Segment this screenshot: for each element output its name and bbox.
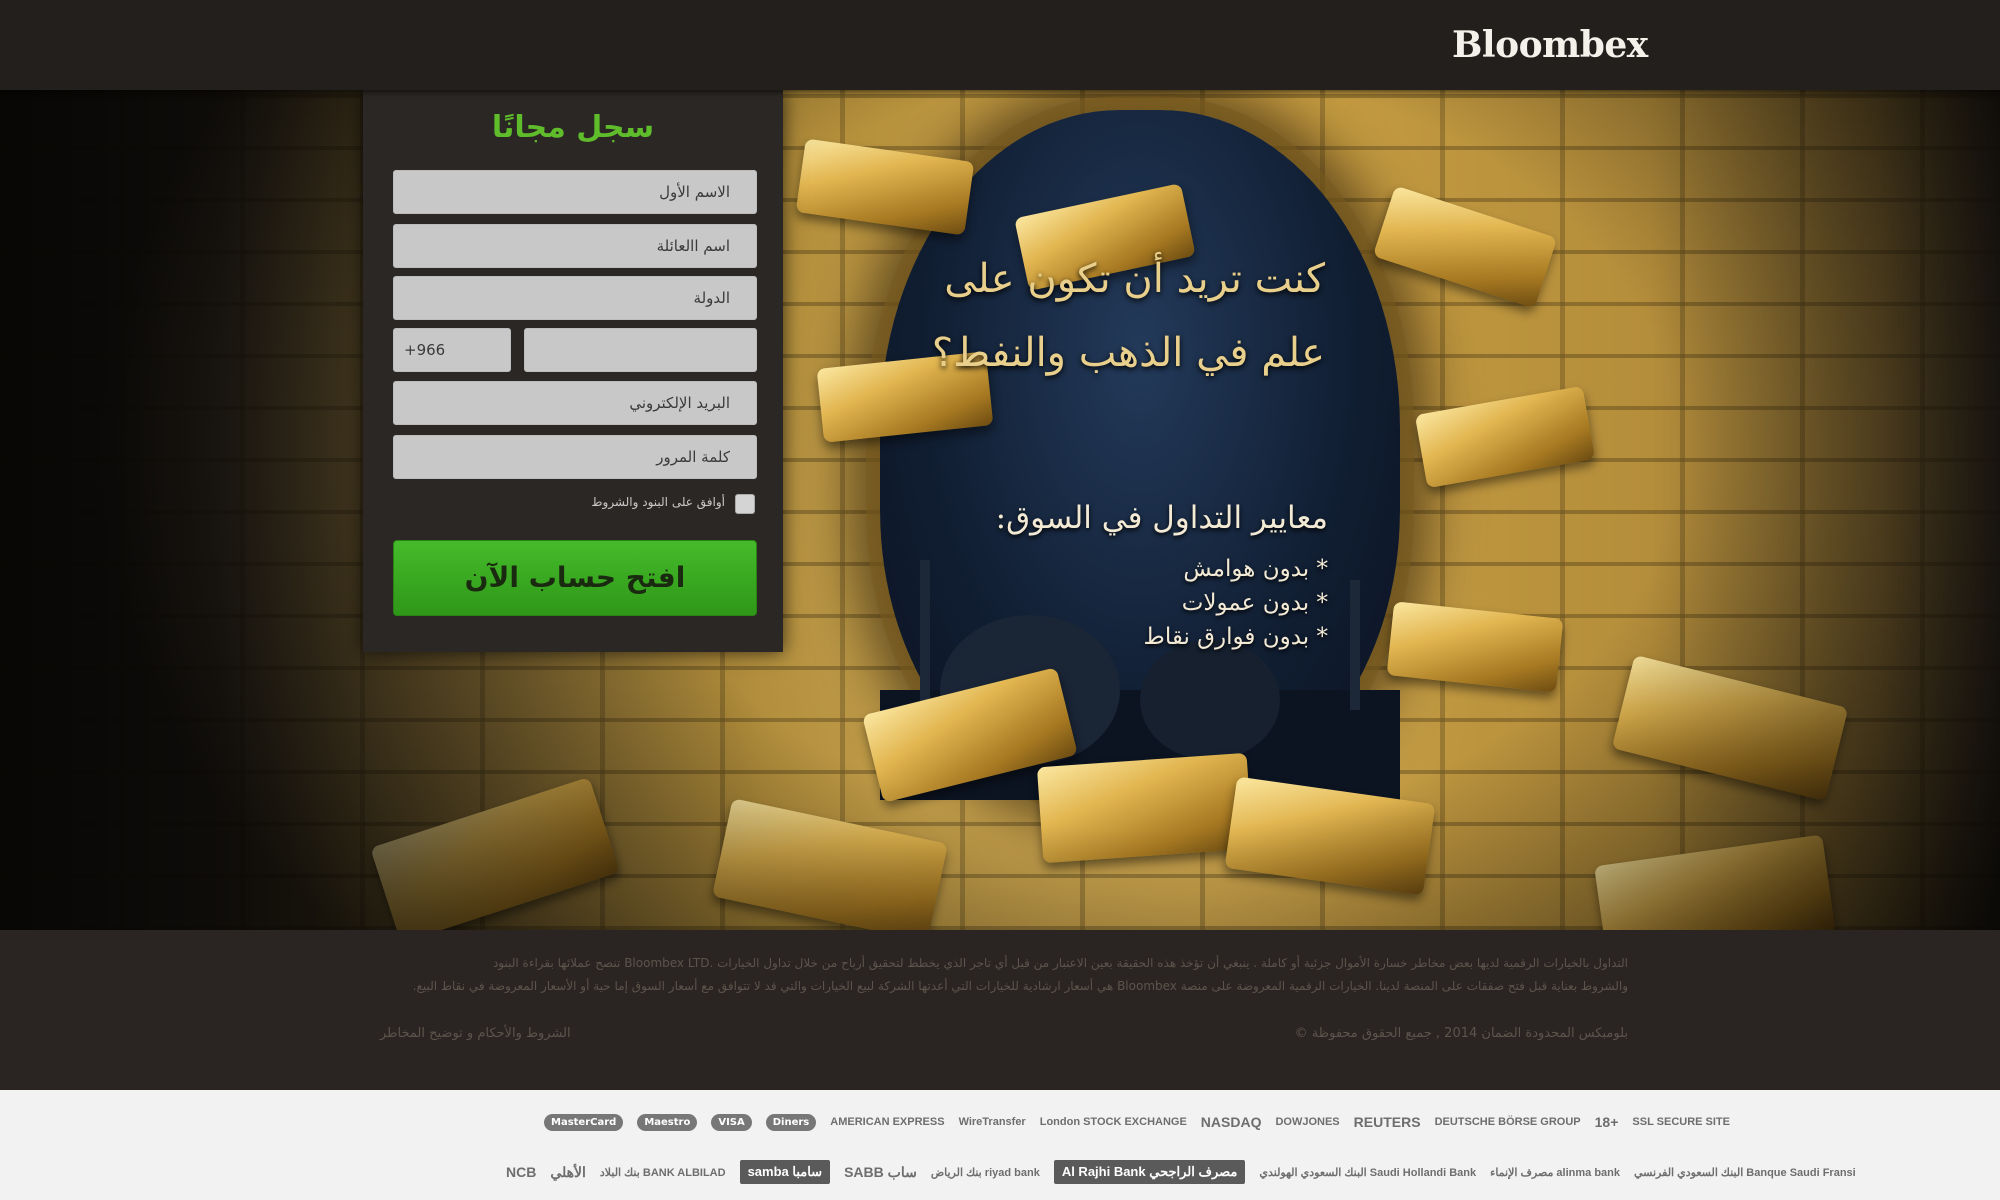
terms-checkbox[interactable] (735, 494, 755, 514)
list-item: بدون عمولات (900, 586, 1328, 620)
last-name-field[interactable]: اسم االعائلة (393, 224, 757, 268)
partner-logos-strip: MasterCard Maestro VISA Diners AMERICAN … (0, 1090, 2000, 1200)
london-stock-exchange-logo: London STOCK EXCHANGE (1039, 1116, 1187, 1128)
list-item: بدون هوامش (900, 552, 1328, 586)
risk-disclaimer: التداول بالخيارات الرقمية لديها بعض مخاط… (378, 952, 1628, 998)
nasdaq-logo: NASDAQ (1200, 1114, 1262, 1130)
registration-form: سجل مجانًا الاسم الأول اسم االعائلة الدو… (363, 90, 783, 652)
diners-logo: Diners (765, 1113, 817, 1131)
alinma-bank-logo: مصرف الإنماء alinma bank (1490, 1166, 1621, 1179)
amex-logo: AMERICAN EXPRESS (830, 1116, 945, 1128)
samba-logo: samba سامبا (739, 1160, 831, 1184)
phone-code-field[interactable]: +966 (393, 328, 511, 372)
al-rajhi-bank-logo: Al Rajhi Bank مصرف الراجحي (1053, 1160, 1246, 1184)
maestro-logo: Maestro (637, 1113, 698, 1131)
bloombex-logo[interactable]: Bloombex (1452, 24, 1648, 66)
saudi-hollandi-bank-logo: البنك السعودي الهولندي Saudi Hollandi Ba… (1259, 1166, 1477, 1179)
phone-number-field[interactable] (524, 328, 757, 372)
saudi-bank-logos: NCB الأهلي بنك البلاد BANK ALBILAD samba… (506, 1154, 1856, 1190)
riyad-bank-logo: بنك الرياض riyad bank (930, 1166, 1040, 1179)
mastercard-logo: MasterCard (544, 1113, 624, 1131)
banque-saudi-fransi-logo: البنك السعودي الفرنسي Banque Saudi Frans… (1634, 1166, 1856, 1179)
trading-standards-heading: معايير التداول في السوق: (995, 500, 1328, 536)
copyright-text: بلومبكس المحدودة الضمان 2014 , جميع الحق… (1294, 1026, 1628, 1041)
terms-and-risk-link[interactable]: الشروط والأحكام و توضيح المخاطر (380, 1026, 680, 1041)
ssl-secure-site-logo: SSL SECURE SITE (1632, 1116, 1730, 1128)
hero-banner: كنت تريد أن تكون على علم في الذهب والنفط… (0, 90, 2000, 930)
open-account-button[interactable]: افتح حساب الآن (393, 540, 757, 616)
visa-logo: VISA (711, 1113, 752, 1131)
wiretransfer-logo: WireTransfer (958, 1116, 1026, 1128)
disclaimer-line-2: والشروط بعناية قبل فتح صفقات على المنصة … (412, 979, 1628, 993)
disclaimer-section: التداول بالخيارات الرقمية لديها بعض مخاط… (0, 930, 2000, 1090)
alahli-logo: الأهلي (550, 1163, 586, 1180)
form-title: سجل مجانًا (491, 110, 655, 145)
ncb-logo: NCB (506, 1164, 537, 1180)
age-18-plus-icon: 18+ (1594, 1114, 1619, 1130)
bank-albilad-logo: بنك البلاد BANK ALBILAD (599, 1166, 726, 1179)
sabb-logo: SABB ساب (844, 1163, 917, 1180)
payment-exchange-logos: MasterCard Maestro VISA Diners AMERICAN … (544, 1104, 1730, 1140)
first-name-field[interactable]: الاسم الأول (393, 170, 757, 214)
deutsche-borse-logo: DEUTSCHE BÖRSE GROUP (1434, 1116, 1581, 1128)
password-field[interactable]: كلمة المرور (393, 435, 757, 479)
country-field[interactable]: الدولة (393, 276, 757, 320)
hero-headline: كنت تريد أن تكون على علم في الذهب والنفط… (900, 242, 1325, 390)
terms-label[interactable]: أوافق على البنود والشروط (543, 495, 725, 509)
email-field[interactable]: البريد الإلكتروني (393, 381, 757, 425)
headline-line-1: كنت تريد أن تكون على (944, 256, 1325, 302)
dowjones-logo: DOWJONES (1275, 1116, 1340, 1128)
reuters-logo: REUTERS (1353, 1114, 1421, 1130)
list-item: بدون فوارق نقاط (900, 620, 1328, 654)
trading-standards-list: بدون هوامش بدون عمولات بدون فوارق نقاط (900, 552, 1328, 654)
top-header: Bloombex (0, 0, 2000, 90)
disclaimer-line-1: التداول بالخيارات الرقمية لديها بعض مخاط… (492, 956, 1628, 970)
headline-line-2: علم في الذهب والنفط؟ (931, 330, 1325, 376)
